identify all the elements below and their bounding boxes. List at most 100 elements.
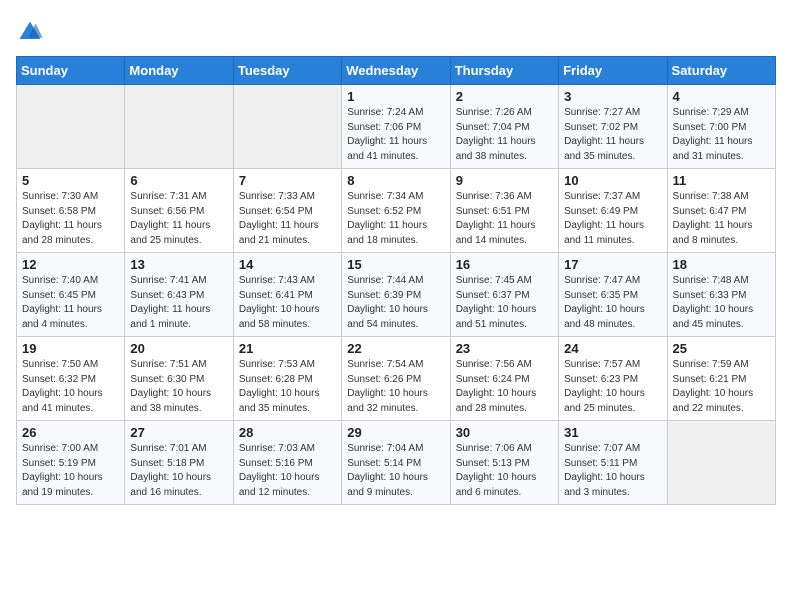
calendar-day-header: Friday [559,57,667,85]
calendar-cell: 31 Sunrise: 7:07 AM Sunset: 5:11 PM Dayli… [559,421,667,505]
calendar-day-header: Thursday [450,57,558,85]
page-header [16,16,776,46]
day-number: 11 [673,173,770,188]
day-number: 13 [130,257,227,272]
calendar-cell [17,85,125,169]
day-info: Sunrise: 7:48 AM Sunset: 6:33 PM Dayligh… [673,274,770,332]
calendar-cell: 2Sunrise: 7:26 AM Sunset: 7:04 PM Daylig… [450,85,558,169]
calendar-day-header: Monday [125,57,233,85]
day-number: 16 [456,257,553,272]
calendar-cell: 24 Sunrise: 7:57 AM Sunset: 6:23 PM Dayli… [559,337,667,421]
day-info: Sunrise: 7:31 AM Sunset: 6:56 PM Dayligh… [130,190,227,248]
day-number: 14 [239,257,336,272]
calendar-cell: 27 Sunrise: 7:01 AM Sunset: 5:18 PM Dayli… [125,421,233,505]
calendar-day-header: Sunday [17,57,125,85]
calendar-cell: 26 Sunrise: 7:00 AM Sunset: 5:19 PM Dayli… [17,421,125,505]
calendar-cell [233,85,341,169]
calendar-cell: 17 Sunrise: 7:47 AM Sunset: 6:35 PM Dayli… [559,253,667,337]
calendar-cell: 9 Sunrise: 7:36 AM Sunset: 6:51 PM Daylig… [450,169,558,253]
day-info: Sunrise: 7:04 AM Sunset: 5:14 PM Dayligh… [347,442,444,500]
day-info: Sunrise: 7:07 AM Sunset: 5:11 PM Dayligh… [564,442,661,500]
calendar-cell: 30Sunrise: 7:06 AM Sunset: 5:13 PM Dayli… [450,421,558,505]
day-number: 27 [130,425,227,440]
day-number: 29 [347,425,444,440]
calendar-cell: 7 Sunrise: 7:33 AM Sunset: 6:54 PM Daylig… [233,169,341,253]
calendar-cell: 28Sunrise: 7:03 AM Sunset: 5:16 PM Dayli… [233,421,341,505]
day-info: Sunrise: 7:50 AM Sunset: 6:32 PM Dayligh… [22,358,119,416]
calendar-cell [667,421,775,505]
day-info: Sunrise: 7:47 AM Sunset: 6:35 PM Dayligh… [564,274,661,332]
day-number: 20 [130,341,227,356]
day-info: Sunrise: 7:54 AM Sunset: 6:26 PM Dayligh… [347,358,444,416]
calendar-cell: 22 Sunrise: 7:54 AM Sunset: 6:26 PM Dayli… [342,337,450,421]
day-number: 31 [564,425,661,440]
day-number: 22 [347,341,444,356]
day-number: 17 [564,257,661,272]
day-info: Sunrise: 7:24 AM Sunset: 7:06 PM Dayligh… [347,106,444,164]
day-info: Sunrise: 7:26 AM Sunset: 7:04 PM Dayligh… [456,106,553,164]
day-info: Sunrise: 7:59 AM Sunset: 6:21 PM Dayligh… [673,358,770,416]
day-number: 26 [22,425,119,440]
day-info: Sunrise: 7:57 AM Sunset: 6:23 PM Dayligh… [564,358,661,416]
day-number: 24 [564,341,661,356]
calendar-cell: 20 Sunrise: 7:51 AM Sunset: 6:30 PM Dayli… [125,337,233,421]
day-info: Sunrise: 7:43 AM Sunset: 6:41 PM Dayligh… [239,274,336,332]
day-info: Sunrise: 7:36 AM Sunset: 6:51 PM Dayligh… [456,190,553,248]
calendar-cell: 18 Sunrise: 7:48 AM Sunset: 6:33 PM Dayli… [667,253,775,337]
calendar-week-row: 26 Sunrise: 7:00 AM Sunset: 5:19 PM Dayli… [17,421,776,505]
day-info: Sunrise: 7:27 AM Sunset: 7:02 PM Dayligh… [564,106,661,164]
day-info: Sunrise: 7:53 AM Sunset: 6:28 PM Dayligh… [239,358,336,416]
calendar-cell: 19 Sunrise: 7:50 AM Sunset: 6:32 PM Dayli… [17,337,125,421]
day-number: 9 [456,173,553,188]
day-number: 7 [239,173,336,188]
calendar-week-row: 1 Sunrise: 7:24 AM Sunset: 7:06 PM Daylig… [17,85,776,169]
calendar-week-row: 19 Sunrise: 7:50 AM Sunset: 6:32 PM Dayli… [17,337,776,421]
day-number: 18 [673,257,770,272]
day-info: Sunrise: 7:33 AM Sunset: 6:54 PM Dayligh… [239,190,336,248]
calendar-header: SundayMondayTuesdayWednesdayThursdayFrid… [17,57,776,85]
day-number: 28 [239,425,336,440]
day-number: 19 [22,341,119,356]
calendar-cell: 8Sunrise: 7:34 AM Sunset: 6:52 PM Daylig… [342,169,450,253]
day-info: Sunrise: 7:30 AM Sunset: 6:58 PM Dayligh… [22,190,119,248]
day-number: 12 [22,257,119,272]
day-number: 15 [347,257,444,272]
day-number: 1 [347,89,444,104]
calendar-cell: 12Sunrise: 7:40 AM Sunset: 6:45 PM Dayli… [17,253,125,337]
calendar-day-header: Tuesday [233,57,341,85]
day-info: Sunrise: 7:41 AM Sunset: 6:43 PM Dayligh… [130,274,227,332]
calendar-week-row: 5 Sunrise: 7:30 AM Sunset: 6:58 PM Daylig… [17,169,776,253]
day-number: 5 [22,173,119,188]
calendar-cell: 16 Sunrise: 7:45 AM Sunset: 6:37 PM Dayli… [450,253,558,337]
day-number: 30 [456,425,553,440]
calendar-cell: 13 Sunrise: 7:41 AM Sunset: 6:43 PM Dayli… [125,253,233,337]
day-info: Sunrise: 7:01 AM Sunset: 5:18 PM Dayligh… [130,442,227,500]
day-number: 21 [239,341,336,356]
calendar-cell: 21 Sunrise: 7:53 AM Sunset: 6:28 PM Dayli… [233,337,341,421]
calendar-body: 1 Sunrise: 7:24 AM Sunset: 7:06 PM Daylig… [17,85,776,505]
day-info: Sunrise: 7:00 AM Sunset: 5:19 PM Dayligh… [22,442,119,500]
day-info: Sunrise: 7:51 AM Sunset: 6:30 PM Dayligh… [130,358,227,416]
day-info: Sunrise: 7:34 AM Sunset: 6:52 PM Dayligh… [347,190,444,248]
day-info: Sunrise: 7:37 AM Sunset: 6:49 PM Dayligh… [564,190,661,248]
logo-icon [16,18,44,46]
day-number: 10 [564,173,661,188]
day-info: Sunrise: 7:38 AM Sunset: 6:47 PM Dayligh… [673,190,770,248]
calendar-cell: 3 Sunrise: 7:27 AM Sunset: 7:02 PM Daylig… [559,85,667,169]
calendar-cell: 14 Sunrise: 7:43 AM Sunset: 6:41 PM Dayli… [233,253,341,337]
logo [16,16,48,46]
day-info: Sunrise: 7:56 AM Sunset: 6:24 PM Dayligh… [456,358,553,416]
calendar-cell: 5 Sunrise: 7:30 AM Sunset: 6:58 PM Daylig… [17,169,125,253]
calendar-cell: 10 Sunrise: 7:37 AM Sunset: 6:49 PM Dayli… [559,169,667,253]
day-info: Sunrise: 7:29 AM Sunset: 7:00 PM Dayligh… [673,106,770,164]
calendar-cell: 29 Sunrise: 7:04 AM Sunset: 5:14 PM Dayli… [342,421,450,505]
calendar-cell [125,85,233,169]
calendar-cell: 15 Sunrise: 7:44 AM Sunset: 6:39 PM Dayli… [342,253,450,337]
day-info: Sunrise: 7:45 AM Sunset: 6:37 PM Dayligh… [456,274,553,332]
calendar-cell: 23Sunrise: 7:56 AM Sunset: 6:24 PM Dayli… [450,337,558,421]
calendar-table: SundayMondayTuesdayWednesdayThursdayFrid… [16,56,776,505]
calendar-cell: 6Sunrise: 7:31 AM Sunset: 6:56 PM Daylig… [125,169,233,253]
calendar-cell: 25Sunrise: 7:59 AM Sunset: 6:21 PM Dayli… [667,337,775,421]
day-info: Sunrise: 7:44 AM Sunset: 6:39 PM Dayligh… [347,274,444,332]
day-number: 3 [564,89,661,104]
